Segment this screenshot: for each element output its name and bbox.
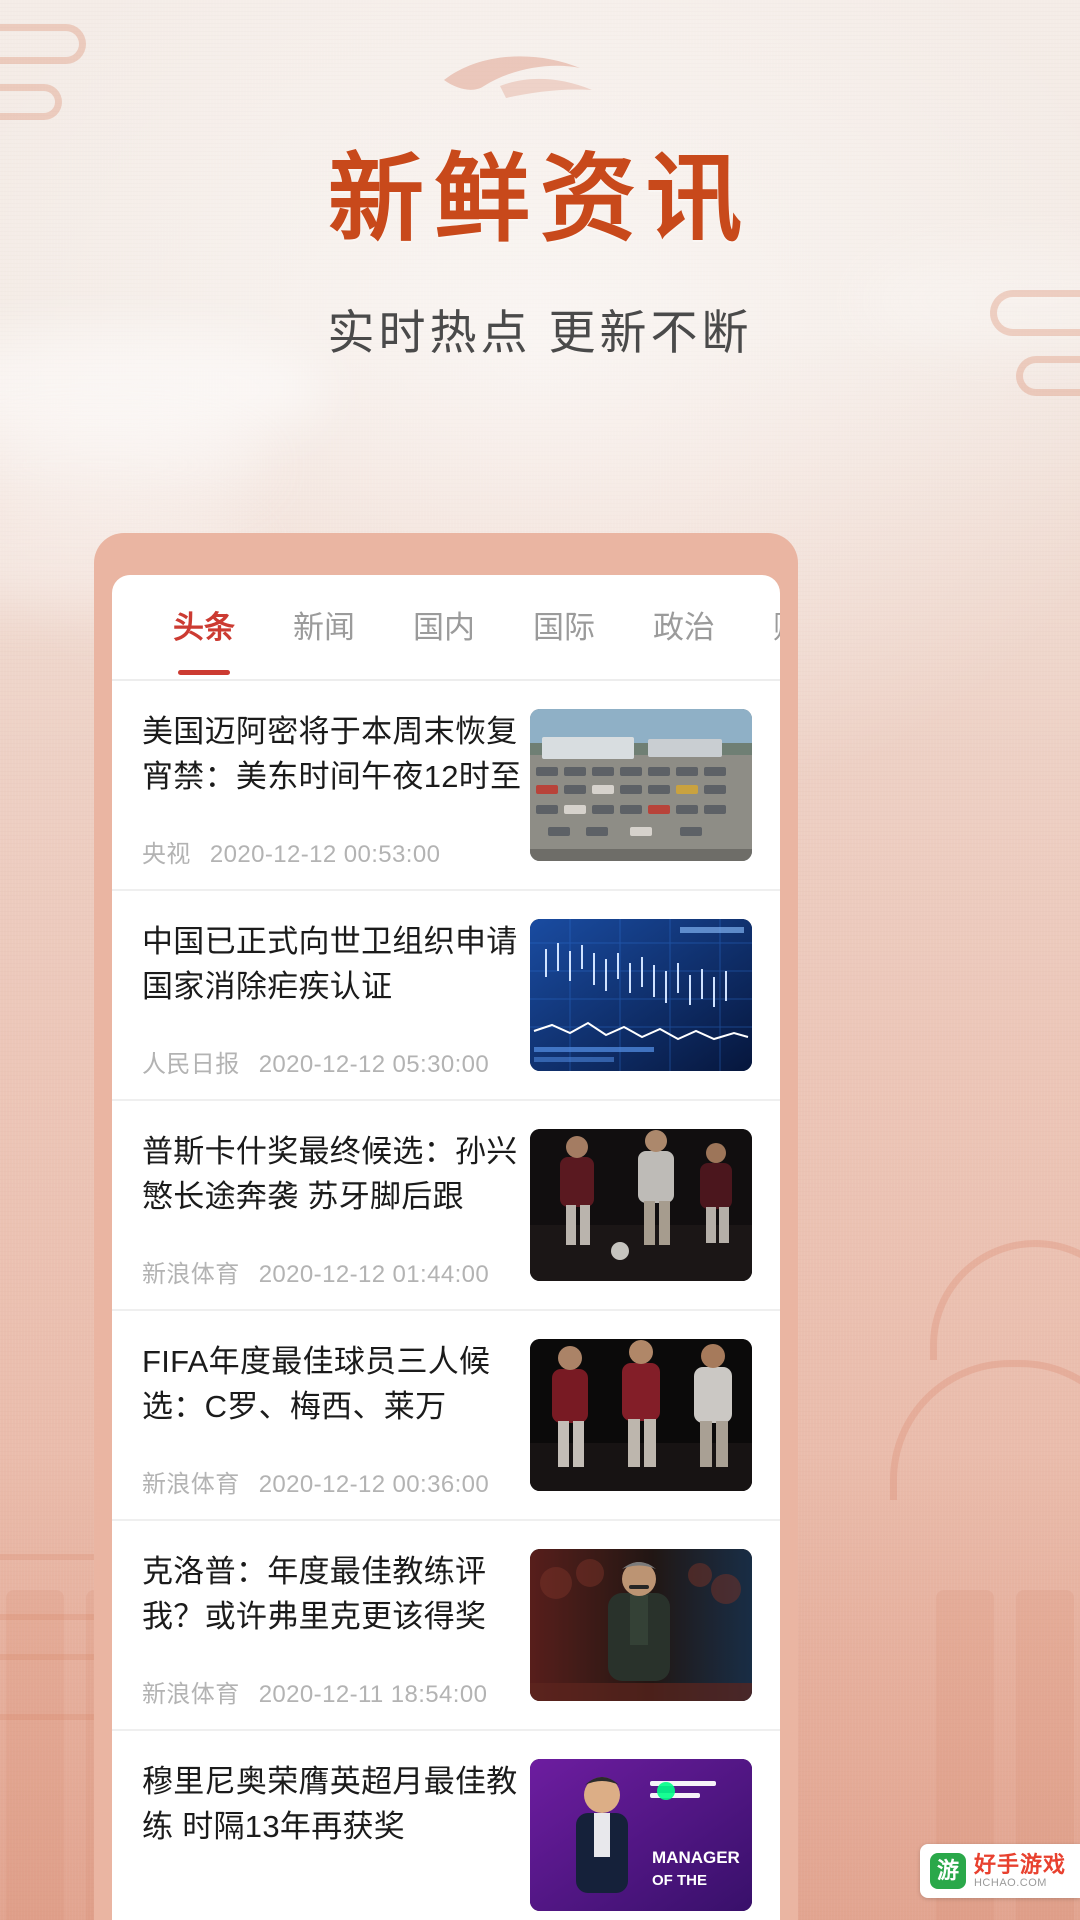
tab-label: 新闻 <box>293 609 355 645</box>
page-header: 新鲜资讯 实时热点 更新不断 <box>0 0 1080 363</box>
news-meta: 央视 2020-12-12 00:53:00 <box>142 834 530 869</box>
news-title: 克洛普：年度最佳教练评我？或许弗里克更该得奖 <box>142 1554 487 1634</box>
news-source: 新浪体育 <box>142 1681 240 1708</box>
news-text-block: 克洛普：年度最佳教练评我？或许弗里克更该得奖 新浪体育 2020-12-11 1… <box>142 1549 530 1709</box>
news-text-block: 中国已正式向世卫组织申请国家消除疟疾认证 人民日报 2020-12-12 05:… <box>142 919 530 1079</box>
news-title: 普斯卡什奖最终候选：孙兴慜长途奔袭 苏牙脚后跟 <box>142 1134 518 1214</box>
news-meta: 新浪体育 2020-12-12 01:44:00 <box>142 1254 530 1289</box>
tab-zhengzhi[interactable]: 政治 <box>624 602 744 653</box>
footballers-dark-image <box>530 1129 752 1281</box>
tab-label: 财经 <box>773 610 780 645</box>
news-text-block: 普斯卡什奖最终候选：孙兴慜长途奔袭 苏牙脚后跟 新浪体育 2020-12-12 … <box>142 1129 530 1289</box>
news-thumbnail[interactable]: MANAGER OF THE <box>530 1759 752 1911</box>
news-thumbnail[interactable] <box>530 709 752 861</box>
svg-text:OF THE: OF THE <box>652 1872 707 1889</box>
coach-sideline-image <box>530 1549 752 1701</box>
tab-label: 国内 <box>413 609 475 645</box>
watermark-name-cn: 好手游戏 <box>973 1851 1066 1877</box>
news-source: 新浪体育 <box>142 1471 240 1498</box>
news-source: 新浪体育 <box>142 1261 240 1288</box>
news-thumbnail[interactable] <box>530 1549 752 1701</box>
stock-chart-blue-image <box>530 919 752 1071</box>
manager-of-the-month-image: MANAGER OF THE <box>530 1759 752 1911</box>
svg-text:MANAGER: MANAGER <box>652 1848 740 1867</box>
watermark-text: 好手游戏 HCHAO.COM <box>973 1851 1066 1890</box>
tab-xinwen[interactable]: 新闻 <box>264 602 384 653</box>
news-title: 穆里尼奥荣膺英超月最佳教练 时隔13年再获奖 <box>142 1764 518 1844</box>
tab-label: 头条 <box>173 609 235 645</box>
category-tabbar[interactable]: 头条 新闻 国内 国际 政治 <box>112 575 780 681</box>
footballers-red-white-image <box>530 1339 752 1491</box>
window-decoration <box>0 1554 100 1620</box>
pillar-decoration <box>6 1590 64 1920</box>
news-meta <box>142 1891 530 1919</box>
news-time: 2020-12-11 18:54:00 <box>258 1681 488 1708</box>
news-meta: 人民日报 2020-12-12 05:30:00 <box>142 1044 530 1079</box>
news-time: 2020-12-12 05:30:00 <box>258 1051 490 1078</box>
site-watermark-badge: 游 好手游戏 HCHAO.COM <box>919 1844 1080 1898</box>
news-text-block: 美国迈阿密将于本周末恢复宵禁：美东时间午夜12时至早6时 央视 2020-12-… <box>142 709 530 869</box>
window-decoration <box>0 1654 100 1720</box>
tab-guoji[interactable]: 国际 <box>504 602 624 653</box>
news-time: 2020-12-12 00:36:00 <box>258 1471 490 1498</box>
news-list-item[interactable]: 美国迈阿密将于本周末恢复宵禁：美东时间午夜12时至早6时 央视 2020-12-… <box>112 681 780 891</box>
news-source: 人民日报 <box>142 1051 240 1078</box>
news-time: 2020-12-12 00:53:00 <box>209 841 441 868</box>
news-thumbnail[interactable] <box>530 1339 752 1491</box>
news-title: 中国已正式向世卫组织申请国家消除疟疾认证 <box>142 924 518 1004</box>
watermark-logo-glyph: 游 <box>936 1858 959 1883</box>
news-title: 美国迈阿密将于本周末恢复宵禁：美东时间午夜12时至早6时 <box>142 714 522 794</box>
tab-guonei[interactable]: 国内 <box>384 602 504 653</box>
news-title: FIFA年度最佳球员三人候选：C罗、梅西、莱万 <box>142 1344 491 1424</box>
news-time: 2020-12-12 01:44:00 <box>258 1261 490 1288</box>
tab-active-indicator <box>178 669 230 675</box>
news-text-block: 穆里尼奥荣膺英超月最佳教练 时隔13年再获奖 <box>142 1759 530 1919</box>
news-list: 美国迈阿密将于本周末恢复宵禁：美东时间午夜12时至早6时 央视 2020-12-… <box>112 681 780 1920</box>
news-meta: 新浪体育 2020-12-11 18:54:00 <box>142 1674 530 1709</box>
parking-lot-aerial-image <box>530 709 752 861</box>
news-list-item[interactable]: 克洛普：年度最佳教练评我？或许弗里克更该得奖 新浪体育 2020-12-11 1… <box>112 1521 780 1731</box>
news-list-item[interactable]: 穆里尼奥荣膺英超月最佳教练 时隔13年再获奖 MANAGER OF THE <box>112 1731 780 1920</box>
page-subtitle: 实时热点 更新不断 <box>327 305 753 359</box>
news-list-item[interactable]: FIFA年度最佳球员三人候选：C罗、梅西、莱万 新浪体育 2020-12-12 … <box>112 1311 780 1521</box>
news-list-item[interactable]: 普斯卡什奖最终候选：孙兴慜长途奔袭 苏牙脚后跟 新浪体育 2020-12-12 … <box>112 1101 780 1311</box>
news-list-item[interactable]: 中国已正式向世卫组织申请国家消除疟疾认证 人民日报 2020-12-12 05:… <box>112 891 780 1101</box>
tab-toutiao[interactable]: 头条 <box>144 602 264 675</box>
tab-label: 政治 <box>653 609 715 645</box>
news-meta: 新浪体育 2020-12-12 00:36:00 <box>142 1464 530 1499</box>
watermark-name-en: HCHAO.COM <box>973 1877 1047 1890</box>
page-title: 新鲜资讯 <box>328 146 752 253</box>
news-card-frame: 头条 新闻 国内 国际 政治 美国迈阿密将于本周末恢复宵禁：美东时间午夜12时至… <box>94 533 798 1920</box>
news-text-block: FIFA年度最佳球员三人候选：C罗、梅西、莱万 新浪体育 2020-12-12 … <box>142 1339 530 1499</box>
watermark-logo-icon: 游 <box>929 1853 966 1889</box>
news-card: 头条 新闻 国内 国际 政治 美国迈阿密将于本周末恢复宵禁：美东时间午夜12时至… <box>112 575 780 1920</box>
news-source: 央视 <box>142 841 191 868</box>
news-thumbnail[interactable] <box>530 919 752 1071</box>
news-thumbnail[interactable] <box>530 1129 752 1281</box>
screen-root: 新鲜资讯 实时热点 更新不断 头条 新闻 国内 国际 政治 美国迈阿密将于本周末… <box>0 0 1080 1920</box>
tab-caijing[interactable]: 财经 <box>744 602 780 653</box>
tab-label: 国际 <box>533 609 595 645</box>
